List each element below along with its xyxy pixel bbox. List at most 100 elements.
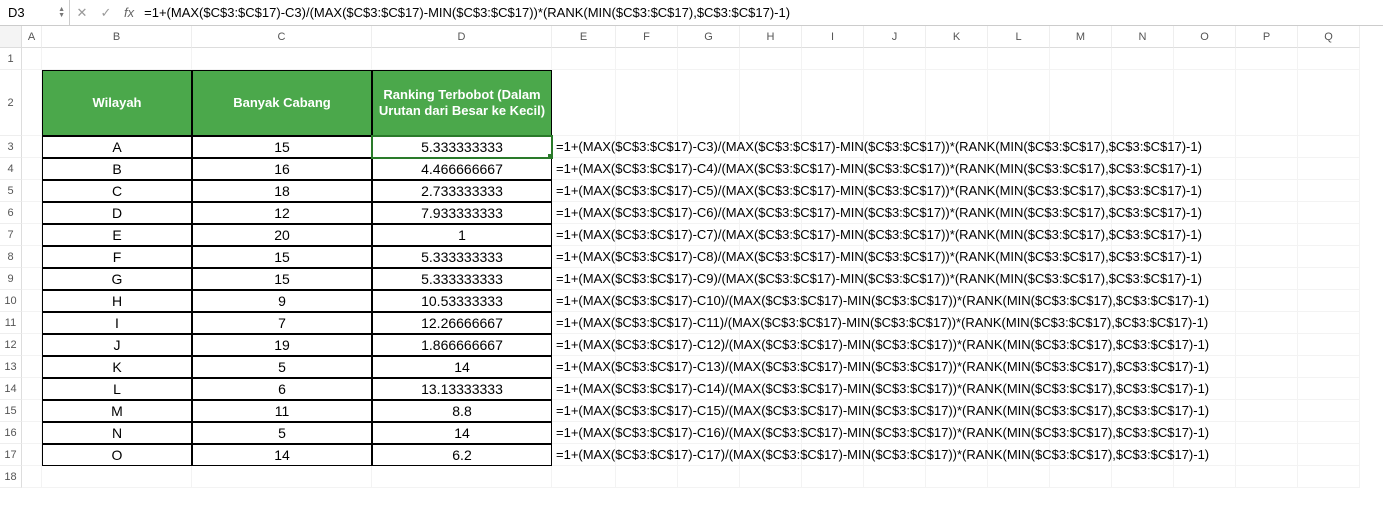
cell-B9[interactable]: G [42,268,192,290]
cell-P6[interactable] [1236,202,1298,224]
cell-C9[interactable]: 15 [192,268,372,290]
cell-Q2[interactable] [1298,70,1360,136]
cell-C12[interactable]: 19 [192,334,372,356]
cell-H18[interactable] [740,466,802,488]
cell-Q17[interactable] [1298,444,1360,466]
cell-D8[interactable]: 5.333333333 [372,246,552,268]
cell-K18[interactable] [926,466,988,488]
cell-I2[interactable] [802,70,864,136]
cell-O2[interactable] [1174,70,1236,136]
row-header-16[interactable]: 16 [0,422,22,444]
cell-E2[interactable] [552,70,616,136]
cell-B1[interactable] [42,48,192,70]
cell-L1[interactable] [988,48,1050,70]
cell-Q18[interactable] [1298,466,1360,488]
cell-D7[interactable]: 1 [372,224,552,246]
cell-D15[interactable]: 8.8 [372,400,552,422]
cell-F2[interactable] [616,70,678,136]
grid-cells[interactable]: WilayahBanyak CabangRanking Terbobot (Da… [22,48,1383,488]
cell-A4[interactable] [22,158,42,180]
row-header-1[interactable]: 1 [0,48,22,70]
cell-A1[interactable] [22,48,42,70]
cell-B12[interactable]: J [42,334,192,356]
cell-B6[interactable]: D [42,202,192,224]
row-header-14[interactable]: 14 [0,378,22,400]
cell-B8[interactable]: F [42,246,192,268]
row-header-2[interactable]: 2 [0,70,22,136]
cell-P2[interactable] [1236,70,1298,136]
cell-D11[interactable]: 12.26666667 [372,312,552,334]
cell-B18[interactable] [42,466,192,488]
cell-P12[interactable] [1236,334,1298,356]
cell-A15[interactable] [22,400,42,422]
cell-C14[interactable]: 6 [192,378,372,400]
cell-Q16[interactable] [1298,422,1360,444]
column-header-K[interactable]: K [926,26,988,48]
cell-Q15[interactable] [1298,400,1360,422]
row-header-17[interactable]: 17 [0,444,22,466]
stepper-down-icon[interactable]: ▼ [58,13,65,19]
cell-Q4[interactable] [1298,158,1360,180]
cell-A17[interactable] [22,444,42,466]
cell-O18[interactable] [1174,466,1236,488]
column-header-I[interactable]: I [802,26,864,48]
cell-C7[interactable]: 20 [192,224,372,246]
column-header-F[interactable]: F [616,26,678,48]
cell-Q3[interactable] [1298,136,1360,158]
cell-D10[interactable]: 10.53333333 [372,290,552,312]
cell-P16[interactable] [1236,422,1298,444]
cell-A10[interactable] [22,290,42,312]
cell-G1[interactable] [678,48,740,70]
column-header-C[interactable]: C [192,26,372,48]
cell-B4[interactable]: B [42,158,192,180]
cell-C1[interactable] [192,48,372,70]
cell-Q14[interactable] [1298,378,1360,400]
cell-N18[interactable] [1112,466,1174,488]
cancel-formula-button[interactable]: ✕ [70,0,94,25]
cell-E4[interactable]: =1+(MAX($C$3:$C$17)-C4)/(MAX($C$3:$C$17)… [552,158,616,180]
cell-E10[interactable]: =1+(MAX($C$3:$C$17)-C10)/(MAX($C$3:$C$17… [552,290,616,312]
cell-C8[interactable]: 15 [192,246,372,268]
cell-A3[interactable] [22,136,42,158]
cell-D17[interactable]: 6.2 [372,444,552,466]
cell-P13[interactable] [1236,356,1298,378]
column-header-J[interactable]: J [864,26,926,48]
cell-E18[interactable] [552,466,616,488]
cell-D1[interactable] [372,48,552,70]
cell-D2[interactable]: Ranking Terbobot (Dalam Urutan dari Besa… [372,70,552,136]
cell-P11[interactable] [1236,312,1298,334]
cell-C6[interactable]: 12 [192,202,372,224]
cell-C18[interactable] [192,466,372,488]
cell-D6[interactable]: 7.933333333 [372,202,552,224]
cell-N2[interactable] [1112,70,1174,136]
cell-I1[interactable] [802,48,864,70]
cell-E7[interactable]: =1+(MAX($C$3:$C$17)-C7)/(MAX($C$3:$C$17)… [552,224,616,246]
cell-A9[interactable] [22,268,42,290]
cell-M2[interactable] [1050,70,1112,136]
cell-A11[interactable] [22,312,42,334]
cell-L18[interactable] [988,466,1050,488]
cell-M18[interactable] [1050,466,1112,488]
cell-D5[interactable]: 2.733333333 [372,180,552,202]
cell-B14[interactable]: L [42,378,192,400]
cell-H2[interactable] [740,70,802,136]
row-header-3[interactable]: 3 [0,136,22,158]
cell-E15[interactable]: =1+(MAX($C$3:$C$17)-C15)/(MAX($C$3:$C$17… [552,400,616,422]
cell-C13[interactable]: 5 [192,356,372,378]
cell-D9[interactable]: 5.333333333 [372,268,552,290]
cell-A2[interactable] [22,70,42,136]
cell-H1[interactable] [740,48,802,70]
cell-C15[interactable]: 11 [192,400,372,422]
column-header-B[interactable]: B [42,26,192,48]
cell-E13[interactable]: =1+(MAX($C$3:$C$17)-C13)/(MAX($C$3:$C$17… [552,356,616,378]
cell-A14[interactable] [22,378,42,400]
column-header-M[interactable]: M [1050,26,1112,48]
cell-P7[interactable] [1236,224,1298,246]
formula-input[interactable] [140,0,1383,25]
cell-J1[interactable] [864,48,926,70]
cell-F1[interactable] [616,48,678,70]
cell-E11[interactable]: =1+(MAX($C$3:$C$17)-C11)/(MAX($C$3:$C$17… [552,312,616,334]
row-header-6[interactable]: 6 [0,202,22,224]
cell-B17[interactable]: O [42,444,192,466]
cell-Q13[interactable] [1298,356,1360,378]
